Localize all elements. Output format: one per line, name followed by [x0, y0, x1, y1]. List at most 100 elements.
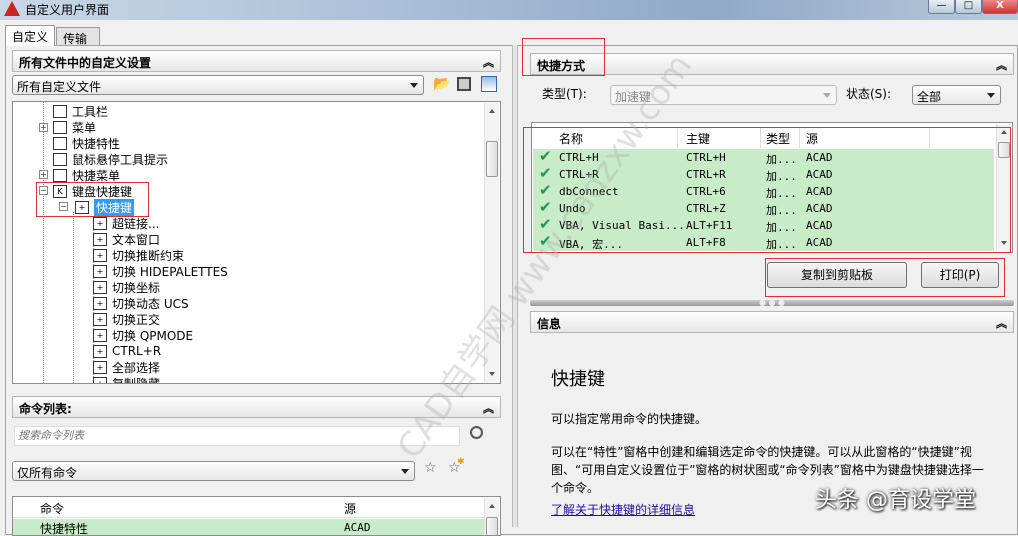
tree-item-quick-properties[interactable]: 快捷特性 [53, 135, 120, 151]
command-search-input[interactable] [14, 426, 460, 446]
info-header[interactable]: 信息 ︽ [530, 311, 1014, 333]
shortcut-key-icon: + [93, 264, 107, 278]
table-row[interactable]: ✔ CTRL+H CTRL+H 加... ACAD [533, 147, 994, 166]
tree-item-label: 切换正交 [112, 312, 161, 327]
scroll-up-icon[interactable] [489, 504, 495, 508]
tree-item-shortcut-key[interactable]: + 切换动态 UCS [93, 295, 189, 311]
tree-item-menus[interactable]: 菜单 [53, 119, 96, 135]
shortcut-name: dbConnect [559, 185, 619, 198]
column-header-primary-key[interactable]: 主键 [686, 130, 710, 147]
copy-to-clipboard-button[interactable]: 复制到剪贴板 [767, 262, 907, 288]
column-header-name[interactable]: 名称 [559, 130, 583, 147]
scroll-up-icon[interactable] [489, 109, 495, 113]
new-command-icon[interactable]: ☆ ✱ [448, 457, 465, 476]
check-icon: ✔ [539, 147, 552, 165]
column-header-type[interactable]: 类型 [766, 130, 790, 147]
status-dropdown[interactable]: 全部 [912, 85, 1001, 105]
collapse-icon[interactable]: ︽ [483, 54, 494, 70]
tab-customize[interactable]: 自定义 [5, 25, 55, 46]
tree-item-shortcut-key[interactable]: + 全部选择 [93, 359, 160, 375]
table-row[interactable]: ✔ CTRL+R CTRL+R 加... ACAD [533, 164, 994, 183]
shortcut-key-icon: + [75, 200, 89, 214]
collapse-tree-icon[interactable]: − [39, 186, 48, 195]
customization-tree[interactable]: + 工具栏 + 菜单 快捷特性 鼠标悬停工具提示 + 快捷菜单 − K 键盘快捷键… [12, 101, 501, 384]
column-header-source[interactable]: 源 [344, 500, 356, 517]
save-as-icon[interactable] [481, 76, 497, 92]
tree-item-keyboard-shortcuts[interactable]: K 键盘快捷键 [53, 183, 132, 199]
table-row[interactable]: ✔ VBA, Visual Basi... ALT+F11 加... ACAD [533, 215, 994, 234]
tree-item-shortcut-key[interactable]: + 文本窗口 [93, 231, 160, 247]
tree-item-shortcut-key[interactable]: + 复制隐藏 [93, 375, 161, 384]
close-button[interactable]: X [982, 0, 1018, 14]
shortcuts-scrollbar[interactable] [996, 124, 1011, 251]
command-table[interactable]: 命令 源 快捷特性 ACAD [12, 496, 501, 536]
table-row[interactable]: ✔ Undo CTRL+Z 加... ACAD [533, 198, 994, 217]
scroll-thumb[interactable] [998, 142, 1010, 158]
collapse-icon[interactable]: ︽ [996, 57, 1007, 73]
find-star-icon[interactable]: ☆ [424, 460, 437, 476]
command-list-header[interactable]: 命令列表: ︽ [12, 396, 501, 418]
shortcut-name: CTRL+R [559, 168, 599, 181]
column-header-source[interactable]: 源 [806, 130, 818, 147]
tree-item-shortcut-key[interactable]: + CTRL+R [93, 343, 161, 359]
scroll-thumb[interactable] [486, 141, 498, 177]
tree-item-label: 键盘快捷键 [72, 184, 133, 199]
shortcut-key-icon: + [93, 376, 107, 383]
tree-item-rollover-tooltips[interactable]: 鼠标悬停工具提示 [53, 151, 168, 167]
customization-file-dropdown[interactable]: 所有自定义文件 [12, 75, 424, 95]
scroll-up-icon[interactable] [1001, 130, 1007, 134]
maximize-button[interactable]: □ [955, 0, 982, 14]
expand-icon[interactable]: + [39, 170, 48, 179]
check-icon: ✔ [539, 164, 552, 182]
shortcuts-table[interactable]: 名称 主键 类型 源 ✔ CTRL+H CTRL+H 加... ACAD ✔ CTRL+R C… [531, 122, 1013, 253]
collapse-icon[interactable]: ︽ [483, 400, 494, 416]
column-header-command[interactable]: 命令 [40, 500, 64, 517]
tree-item-label: 超链接... [112, 216, 160, 231]
tab-transfer[interactable]: 传输 [56, 27, 100, 46]
check-icon: ✔ [539, 215, 552, 233]
tree-item-shortcut-key[interactable]: + 超链接... [93, 215, 159, 231]
search-icon[interactable] [470, 426, 483, 439]
tooltip-icon [53, 152, 67, 166]
table-row[interactable]: ✔ dbConnect CTRL+6 加... ACAD [533, 181, 994, 200]
tree-scrollbar[interactable] [484, 103, 499, 382]
save-icon[interactable] [457, 77, 471, 91]
panel-splitter-handle[interactable]: ● ● ● [530, 299, 1014, 307]
tree-item-shortcut-key[interactable]: + 切换 QPMODE [93, 327, 193, 343]
command-table-scrollbar[interactable] [484, 498, 499, 535]
scroll-down-icon[interactable] [1001, 241, 1007, 245]
learn-more-link[interactable]: 了解关于快捷键的详细信息 [551, 501, 695, 519]
shortcut-key: CTRL+Z [686, 202, 726, 215]
minimize-button[interactable]: — [928, 0, 955, 14]
shortcut-type: 加... [766, 187, 797, 200]
tree-item-toolbars[interactable]: 工具栏 [53, 103, 108, 119]
tree-item-shortcut-key[interactable]: + 切换正交 [93, 311, 160, 327]
tree-item-label: 切换 HIDEPALETTES [112, 264, 228, 279]
table-row[interactable]: ✔ VBA, 宏... ALT+F8 加... ACAD [533, 232, 994, 251]
collapse-icon[interactable]: ︽ [996, 315, 1007, 331]
expand-icon[interactable]: + [39, 123, 48, 132]
quick-properties-icon [53, 136, 67, 150]
tree-item-shortcut-menus[interactable]: 快捷菜单 [53, 167, 120, 183]
chevron-down-icon [987, 93, 995, 98]
table-row[interactable]: 快捷特性 ACAD [13, 519, 484, 535]
scroll-down-icon[interactable] [489, 372, 495, 376]
command-filter-dropdown[interactable]: 仅所有命令 [12, 461, 415, 481]
type-label: 类型(T): [542, 87, 587, 101]
info-summary: 可以指定常用命令的快捷键。 [551, 412, 708, 426]
collapse-tree-icon[interactable]: − [59, 202, 68, 211]
tree-item-shortcut-keys[interactable]: + 快捷键 [75, 198, 135, 216]
pane-splitter[interactable] [512, 45, 518, 527]
tree-item-shortcut-key[interactable]: + 切换 HIDEPALETTES [93, 263, 228, 279]
tree-item-shortcut-key[interactable]: + 切换坐标 [93, 279, 160, 295]
customizations-header[interactable]: 所有文件中的自定义设置 ︽ [12, 50, 501, 72]
tree-item-shortcut-key[interactable]: + 切换推断约束 [93, 247, 184, 263]
tree-item-label: 切换坐标 [112, 280, 161, 295]
tree-item-label: 复制隐藏 [112, 376, 161, 384]
open-file-icon[interactable]: 📂 [433, 76, 450, 92]
check-icon: ✔ [539, 232, 552, 250]
shortcut-key-icon: + [93, 248, 107, 262]
print-button[interactable]: 打印(P) [921, 262, 999, 288]
shortcuts-header[interactable]: 快捷方式 ︽ [530, 53, 1014, 75]
check-icon: ✔ [539, 198, 552, 216]
